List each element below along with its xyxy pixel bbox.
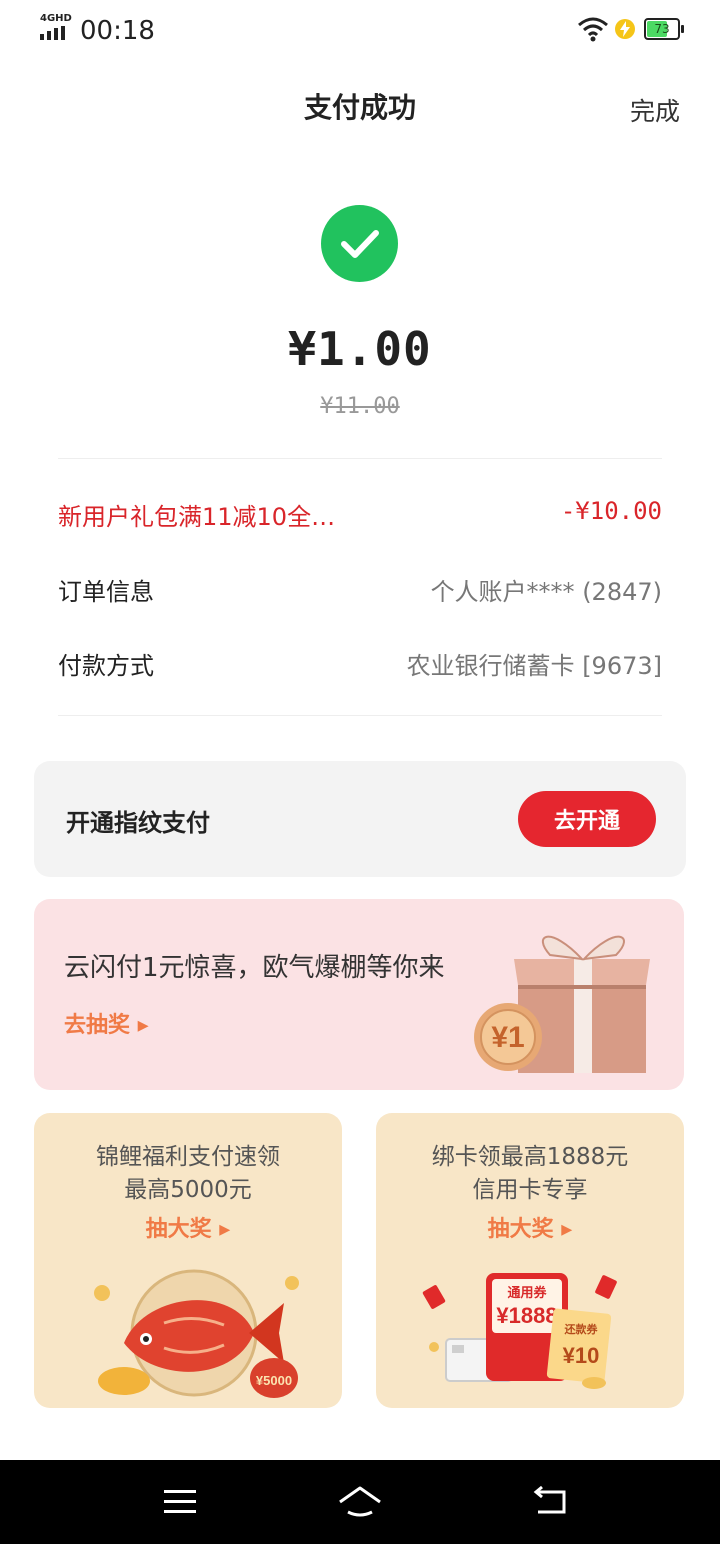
koi-promo-line2: 最高5000元	[124, 1177, 252, 1203]
success-badge	[321, 205, 398, 282]
battery-icon: 73	[644, 18, 684, 40]
enable-fingerprint-button[interactable]: 去开通	[518, 791, 656, 847]
signal-indicator: 4GHD 00:18	[40, 13, 160, 46]
koi-promo-line1: 锦鲤福利支付速领	[96, 1144, 280, 1170]
gift-box-icon: ¥1	[474, 935, 650, 1073]
credit-promo-line1: 绑卡领最高1888元	[431, 1144, 629, 1170]
status-icons: 73	[564, 16, 684, 42]
promo-value: -¥10.00	[560, 497, 662, 525]
lucky-draw-link[interactable]: 去抽奖 ▸	[64, 1007, 149, 1039]
paid-amount: ¥1.00	[288, 322, 432, 376]
home-icon[interactable]	[336, 1482, 384, 1520]
koi-fish-icon: ¥5000	[94, 1269, 299, 1398]
wifi-icon	[578, 17, 608, 42]
divider-bottom	[58, 715, 662, 716]
status-bar: 4GHD 00:18 73	[0, 0, 720, 56]
signal-bars-icon	[40, 26, 65, 40]
fingerprint-card: 开通指纹支付 去开通	[34, 761, 686, 877]
battery-nub	[681, 25, 684, 33]
credit-promo-line2: 信用卡专享	[472, 1177, 588, 1203]
lucky-draw-title: 云闪付1元惊喜，欧气爆棚等你来	[64, 953, 445, 983]
coupon-title: 通用券	[507, 1285, 547, 1300]
battery-level: 73	[654, 22, 670, 36]
divider-top	[58, 458, 662, 459]
charging-icon	[615, 19, 635, 39]
system-nav-bar	[0, 1460, 720, 1544]
koi-promo-link[interactable]: 抽大奖 ▸	[34, 1211, 342, 1243]
menu-icon[interactable]	[162, 1486, 198, 1518]
credit-promo-link[interactable]: 抽大奖 ▸	[376, 1211, 684, 1243]
page-title: 支付成功	[303, 91, 416, 124]
back-icon[interactable]	[530, 1484, 570, 1518]
clock: 00:18	[80, 16, 155, 46]
coupon-icon: 通用券 ¥1888 还款券 ¥10	[422, 1273, 617, 1389]
koi-promo-card[interactable]: 锦鲤福利支付速领 最高5000元 抽大奖 ▸ ¥5000	[34, 1113, 342, 1408]
lucky-draw-banner[interactable]: 云闪付1元惊喜，欧气爆棚等你来 去抽奖 ▸ ¥1	[34, 899, 684, 1090]
payment-method-label: 付款方式	[58, 652, 154, 680]
network-type: 4GHD	[40, 13, 72, 24]
done-button[interactable]: 完成	[630, 92, 680, 128]
fingerprint-text: 开通指纹支付	[66, 809, 210, 837]
order-info-label: 订单信息	[58, 578, 154, 606]
ticket-title: 还款券	[564, 1322, 599, 1336]
payment-method-value: 农业银行储蓄卡 [9673]	[406, 652, 662, 680]
credit-card-promo-card[interactable]: 绑卡领最高1888元 信用卡专享 抽大奖 ▸ 通用券 ¥1888 还款券 ¥10	[376, 1113, 684, 1408]
coin-label: ¥1	[491, 1021, 524, 1054]
bag-label: ¥5000	[256, 1373, 292, 1388]
ticket-value: ¥10	[563, 1343, 600, 1368]
check-icon	[341, 230, 379, 258]
original-amount: ¥11.00	[320, 394, 400, 419]
coupon-value: ¥1888	[496, 1303, 557, 1328]
order-info-value: 个人账户**** (2847)	[430, 578, 662, 606]
promo-label: 新用户礼包满11减10全…	[58, 503, 336, 531]
